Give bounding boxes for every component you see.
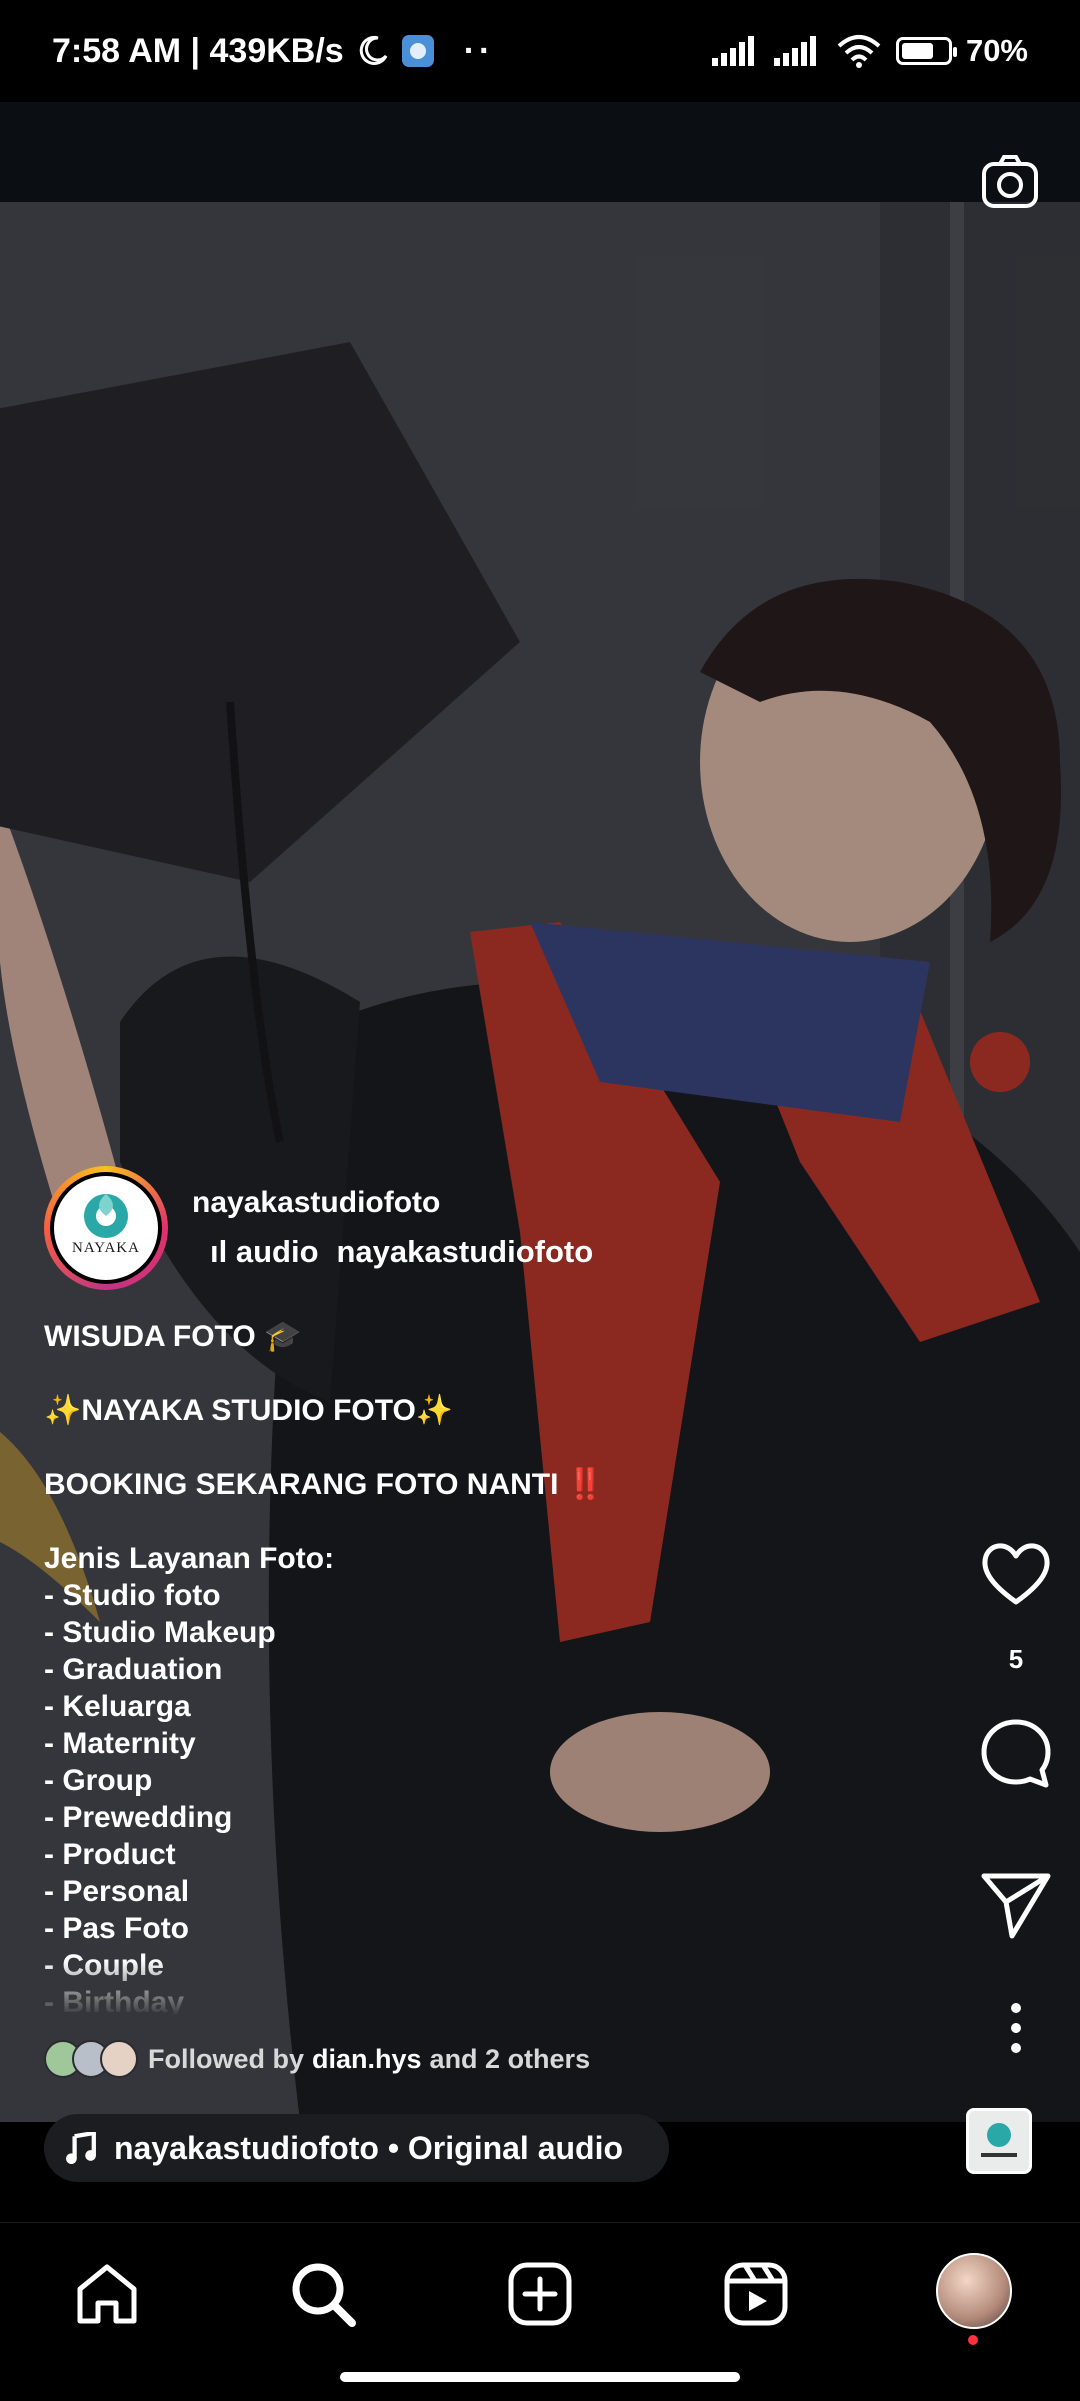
signal-icon-2 xyxy=(773,36,816,66)
caption-line: - Studio Makeup xyxy=(44,1616,276,1649)
reels-icon[interactable] xyxy=(721,2259,791,2329)
caption-line xyxy=(44,1503,644,1540)
follower-avatar xyxy=(100,2040,138,2078)
more-vertical-icon[interactable] xyxy=(978,1990,1054,2066)
caption-line: - Birthday xyxy=(44,1986,185,2016)
notification-dot xyxy=(968,2335,978,2345)
followed-user[interactable]: dian.hys xyxy=(312,2044,422,2075)
moon-icon xyxy=(359,35,388,65)
caption-line: ✨NAYAKA STUDIO FOTO✨ xyxy=(44,1394,454,1427)
caption-line: BOOKING SEKARANG FOTO NANTI ‼️ xyxy=(44,1468,605,1501)
author-avatar[interactable]: NAYAKA xyxy=(44,1166,168,1290)
logo-text: NAYAKA xyxy=(72,1240,140,1256)
caption-line: Jenis Layanan Foto: xyxy=(44,1542,335,1575)
caption-line: - Prewedding xyxy=(44,1801,233,1834)
audio-snippet: ıl audio xyxy=(210,1234,319,1269)
wifi-icon xyxy=(837,35,881,68)
audio-line[interactable]: ıl audio nayakastudiofoto xyxy=(192,1234,592,1270)
search-icon[interactable] xyxy=(288,2259,358,2329)
status-left: 7:58 AM | 439KB/s ·· xyxy=(52,32,494,71)
logo-mark xyxy=(84,1194,128,1238)
caption-line: - Keluarga xyxy=(44,1690,191,1723)
status-time: 7:58 AM | 439KB/s xyxy=(52,31,344,70)
original-audio-pill[interactable]: nayakastudiofoto • Original audio xyxy=(44,2114,670,2182)
home-indicator xyxy=(340,2372,740,2382)
author-meta: nayakastudiofoto ıl audio nayakastudiofo… xyxy=(192,1186,592,1270)
followed-by-row[interactable]: Followed by dian.hys and 2 others xyxy=(44,2040,590,2078)
more-notifications-icon: ·· xyxy=(463,31,495,70)
send-icon[interactable] xyxy=(978,1866,1054,1942)
profile-avatar[interactable] xyxy=(936,2253,1012,2329)
follower-avatars xyxy=(44,2040,138,2078)
caption-line: - Graduation xyxy=(44,1653,223,1686)
author-row: NAYAKA nayakastudiofoto ıl audio nayakas… xyxy=(44,1166,592,1290)
audio-pill-label: nayakastudiofoto • Original audio xyxy=(114,2129,624,2166)
audio-thumbnail-logo xyxy=(981,2123,1017,2157)
caption-line: - Couple xyxy=(44,1949,164,1982)
caption-line: - Product xyxy=(44,1838,176,1871)
post-caption[interactable]: WISUDA FOTO 🎓 ✨NAYAKA STUDIO FOTO✨ BOOKING… xyxy=(44,1318,644,2016)
status-bar: 7:58 AM | 439KB/s ·· 70% xyxy=(0,0,1080,102)
status-right: 70% xyxy=(711,33,1028,69)
battery-icon xyxy=(895,37,957,65)
caption-line: WISUDA FOTO 🎓 xyxy=(44,1320,302,1353)
audio-author: nayakastudiofoto xyxy=(336,1234,593,1269)
caption-line xyxy=(44,1355,644,1392)
heart-icon[interactable] xyxy=(978,1536,1054,1612)
studio-logo: NAYAKA xyxy=(54,1176,158,1280)
author-username[interactable]: nayakastudiofoto xyxy=(192,1186,592,1220)
home-icon[interactable] xyxy=(72,2259,142,2329)
caption-line: - Studio foto xyxy=(44,1579,221,1612)
signal-icon xyxy=(711,36,754,66)
camera-icon[interactable] xyxy=(978,150,1042,214)
caption-line: - Maternity xyxy=(44,1727,196,1760)
comment-icon[interactable] xyxy=(978,1716,1054,1792)
add-icon[interactable] xyxy=(505,2259,575,2329)
followed-suffix: and 2 others xyxy=(429,2043,591,2074)
caption-line xyxy=(44,1429,644,1466)
battery-percent: 70% xyxy=(965,33,1028,68)
music-note-icon xyxy=(66,2132,96,2164)
caption-line: - Personal xyxy=(44,1875,190,1908)
followed-prefix: Followed by xyxy=(148,2043,305,2074)
audio-thumbnail[interactable] xyxy=(966,2108,1032,2174)
reels-top-bar xyxy=(0,102,1080,202)
caption-line: - Group xyxy=(44,1764,153,1797)
like-count[interactable]: 5 xyxy=(952,1644,1080,1675)
telegram-icon xyxy=(401,35,434,67)
caption-line: - Pas Foto xyxy=(44,1912,190,1945)
battery-fill xyxy=(901,43,933,59)
